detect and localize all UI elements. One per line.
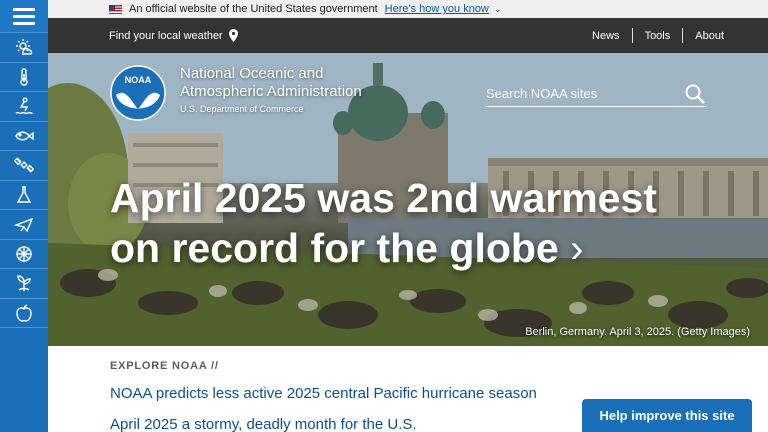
- hero-banner[interactable]: NOAA National Oceanic and Atmospheric Ad…: [48, 53, 768, 346]
- noaa-logo-block[interactable]: NOAA National Oceanic and Atmospheric Ad…: [110, 65, 362, 121]
- photo-caption: Berlin, Germany. April 3, 2025. (Getty I…: [525, 326, 750, 338]
- news-link[interactable]: NOAA predicts less active 2025 central P…: [110, 385, 537, 402]
- search-icon[interactable]: [684, 83, 706, 105]
- research-icon[interactable]: [0, 181, 48, 210]
- category-rail: [0, 0, 48, 432]
- hero-headline-link[interactable]: April 2025 was 2nd warmest on record for…: [110, 173, 670, 274]
- org-name-line1: National Oceanic and: [180, 65, 324, 82]
- top-nav: News Tools About: [580, 28, 736, 43]
- menu-button[interactable]: [0, 0, 48, 33]
- menu-bar-icon: [13, 21, 35, 25]
- help-improve-button[interactable]: Help improve this site: [582, 399, 752, 432]
- gov-banner-text: An official website of the United States…: [129, 3, 378, 15]
- search-input[interactable]: [486, 86, 676, 101]
- weather-icon[interactable]: [0, 33, 48, 63]
- heres-how-you-know-link[interactable]: Here's how you know: [385, 3, 489, 15]
- find-weather-label: Find your local weather: [109, 29, 223, 42]
- gov-banner: An official website of the United States…: [48, 0, 768, 18]
- charting-icon[interactable]: [0, 240, 48, 269]
- education-icon[interactable]: [0, 299, 48, 328]
- nav-tools-link[interactable]: Tools: [633, 30, 683, 42]
- noaa-badge-text: NOAA: [125, 75, 152, 85]
- site-search: [486, 81, 706, 107]
- find-local-weather[interactable]: Find your local weather: [109, 29, 238, 42]
- sanctuaries-icon[interactable]: [0, 269, 48, 299]
- us-flag-icon: [109, 4, 122, 14]
- climate-icon[interactable]: [0, 63, 48, 92]
- nav-about-link[interactable]: About: [683, 30, 736, 42]
- menu-bar-icon: [13, 14, 35, 18]
- noaa-logo-icon: NOAA: [110, 65, 166, 121]
- explore-heading: EXPLORE NOAA //: [110, 360, 219, 372]
- chevron-down-icon[interactable]: ⌄: [494, 4, 502, 15]
- menu-bar-icon: [13, 7, 35, 11]
- satellites-icon[interactable]: [0, 151, 48, 181]
- nav-divider: [682, 28, 684, 43]
- org-name-line2: Atmospheric Administration: [180, 83, 362, 100]
- nav-divider: [631, 28, 633, 43]
- department-name: U.S. Department of Commerce: [180, 104, 304, 114]
- ocean-coasts-icon[interactable]: [0, 92, 48, 122]
- nav-news-link[interactable]: News: [580, 30, 632, 42]
- chevron-right-icon: ›: [570, 227, 584, 271]
- location-pin-icon: [228, 29, 238, 42]
- marine-aviation-icon[interactable]: [0, 210, 48, 240]
- top-bar: Find your local weather News Tools About: [48, 18, 768, 53]
- org-name: National Oceanic and Atmospheric Adminis…: [180, 65, 362, 114]
- fisheries-icon[interactable]: [0, 122, 48, 151]
- news-link[interactable]: April 2025 a stormy, deadly month for th…: [110, 416, 417, 432]
